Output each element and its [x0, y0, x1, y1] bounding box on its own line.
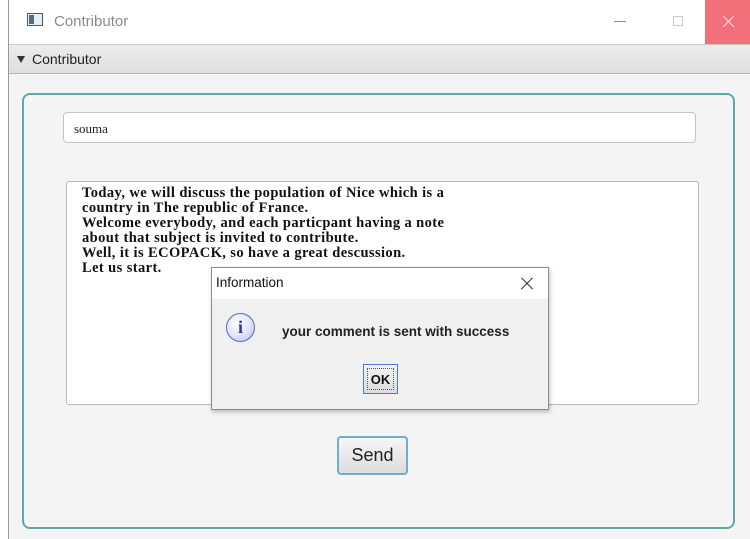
dialog-close-icon[interactable] [517, 274, 537, 294]
ok-button[interactable]: OK [363, 364, 398, 394]
textarea-line: Today, we will discuss the population of… [82, 185, 445, 201]
textarea-line: Well, it is ECOPACK, so have a great des… [82, 245, 406, 261]
name-input[interactable]: souma [63, 112, 696, 143]
textarea-line: country in The republic of France. [82, 200, 309, 216]
send-button[interactable]: Send [337, 436, 408, 475]
window-titlebar[interactable]: Contributor [9, 0, 750, 44]
pane-title: Contributor [32, 51, 102, 67]
information-icon: i [226, 313, 255, 342]
dialog-message: your comment is sent with success [282, 324, 510, 339]
titled-pane-header[interactable]: Contributor [9, 44, 750, 74]
maximize-icon[interactable] [655, 0, 701, 44]
information-dialog: Information i your comment is sent with … [211, 267, 549, 410]
app-window-icon [27, 13, 43, 26]
textarea-line: about that subject is invited to contrib… [82, 230, 359, 246]
window-title: Contributor [54, 13, 129, 30]
dialog-titlebar[interactable]: Information [212, 268, 548, 299]
minimize-icon[interactable] [597, 0, 643, 44]
collapse-arrow-icon[interactable] [17, 56, 25, 63]
close-window-icon[interactable] [705, 0, 750, 44]
dialog-title: Information [216, 275, 284, 290]
textarea-line: Welcome everybody, and each particpant h… [82, 215, 445, 231]
